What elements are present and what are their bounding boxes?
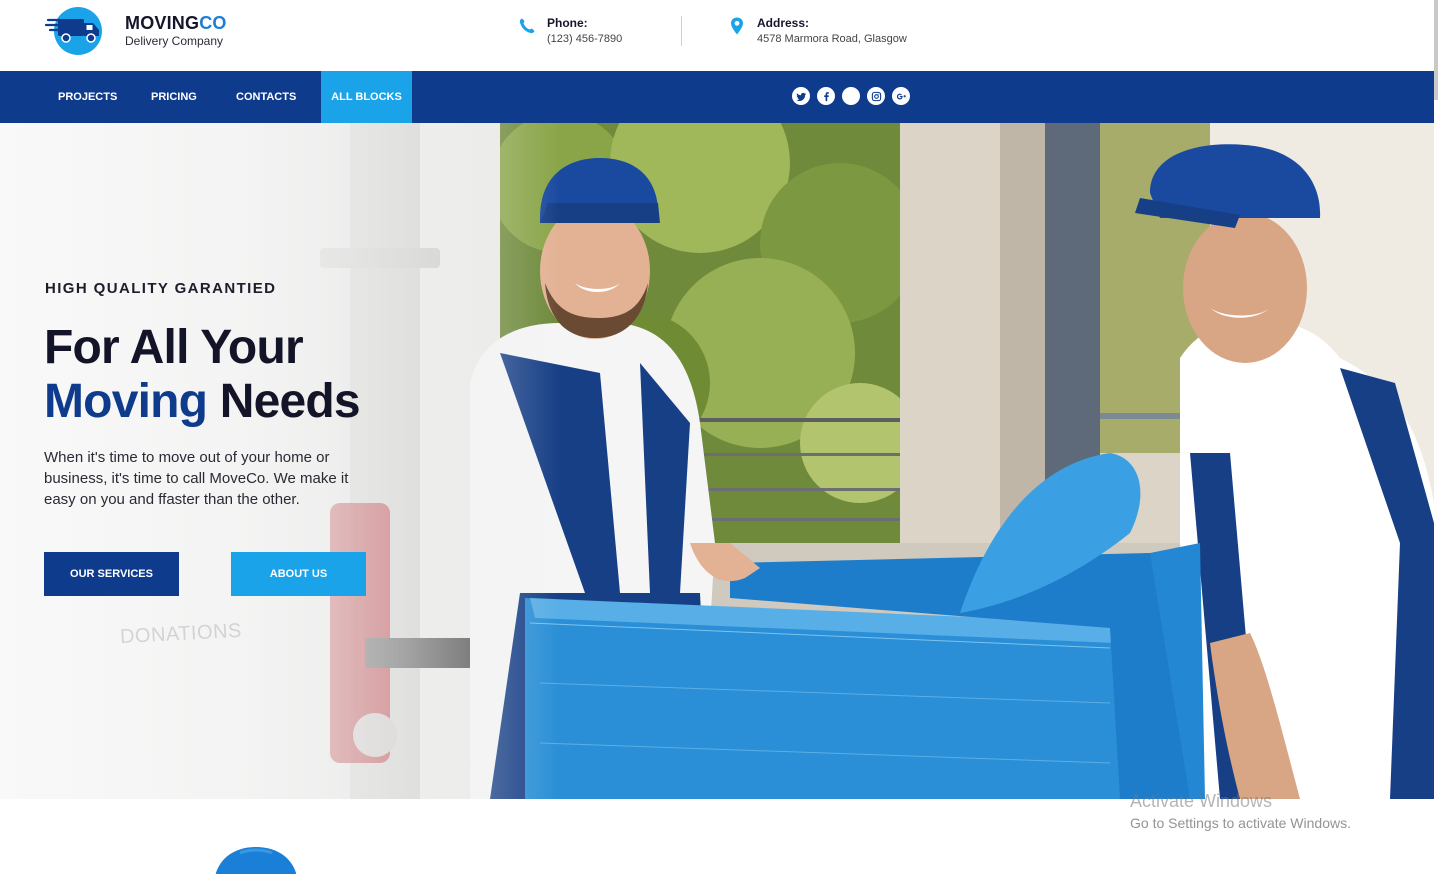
address-contact: Address: 4578 Marmora Road, Glasgow	[727, 15, 907, 47]
nav-item-all-blocks[interactable]: ALL BLOCKS	[321, 71, 412, 123]
facebook-icon[interactable]	[817, 87, 835, 105]
hero-section: DONATIONS HIGH QUALITY GARANTIED For All…	[0, 123, 1434, 799]
instagram-icon[interactable]	[867, 87, 885, 105]
main-nav: PROJECTS PRICING CONTACTS ALL BLOCKS	[0, 71, 1434, 123]
blue-cap-image	[215, 847, 297, 874]
google-plus-icon[interactable]	[892, 87, 910, 105]
about-us-button[interactable]: ABOUT US	[231, 552, 366, 596]
blank-circle-icon[interactable]	[842, 87, 860, 105]
hero-title-highlight: Moving	[44, 375, 208, 428]
hero-title-rest: Needs	[219, 375, 361, 428]
watermark-subtitle: Go to Settings to activate Windows.	[1130, 815, 1351, 831]
nav-item-contacts[interactable]: CONTACTS	[236, 71, 296, 123]
twitter-icon[interactable]	[792, 87, 810, 105]
hero-tagline: HIGH QUALITY GARANTIED	[45, 280, 277, 297]
hero-title: For All Your Moving Needs	[44, 321, 361, 429]
hero-description: When it's time to move out of your home …	[44, 449, 349, 508]
map-pin-icon	[731, 17, 743, 35]
social-links	[792, 87, 917, 105]
phone-label: Phone:	[547, 16, 588, 30]
phone-number[interactable]: (123) 456-7890	[547, 31, 622, 47]
contact-divider	[681, 16, 682, 46]
nav-item-projects[interactable]: PROJECTS	[58, 71, 117, 123]
delivery-truck-icon	[44, 6, 106, 56]
watermark-title: Activate Windows	[1130, 791, 1273, 811]
address-value: 4578 Marmora Road, Glasgow	[757, 33, 907, 45]
page-scrollbar[interactable]	[1434, 0, 1438, 100]
site-header: MOVINGCO Delivery Company Phone: (123) 4…	[0, 0, 1438, 100]
phone-contact: Phone: (123) 456-7890	[517, 15, 622, 47]
brand-name: MOVINGCO	[125, 13, 227, 33]
logo[interactable]: MOVINGCO Delivery Company	[44, 6, 227, 56]
brand-tagline: Delivery Company	[125, 34, 224, 48]
nav-item-pricing[interactable]: PRICING	[151, 71, 197, 123]
windows-activation-watermark: Activate Windows Go to Settings to activ…	[1130, 790, 1351, 834]
our-services-button[interactable]: OUR SERVICES	[44, 552, 179, 596]
phone-icon	[519, 18, 535, 34]
hero-title-line1: For All Your	[44, 321, 304, 374]
address-label: Address:	[757, 16, 810, 30]
